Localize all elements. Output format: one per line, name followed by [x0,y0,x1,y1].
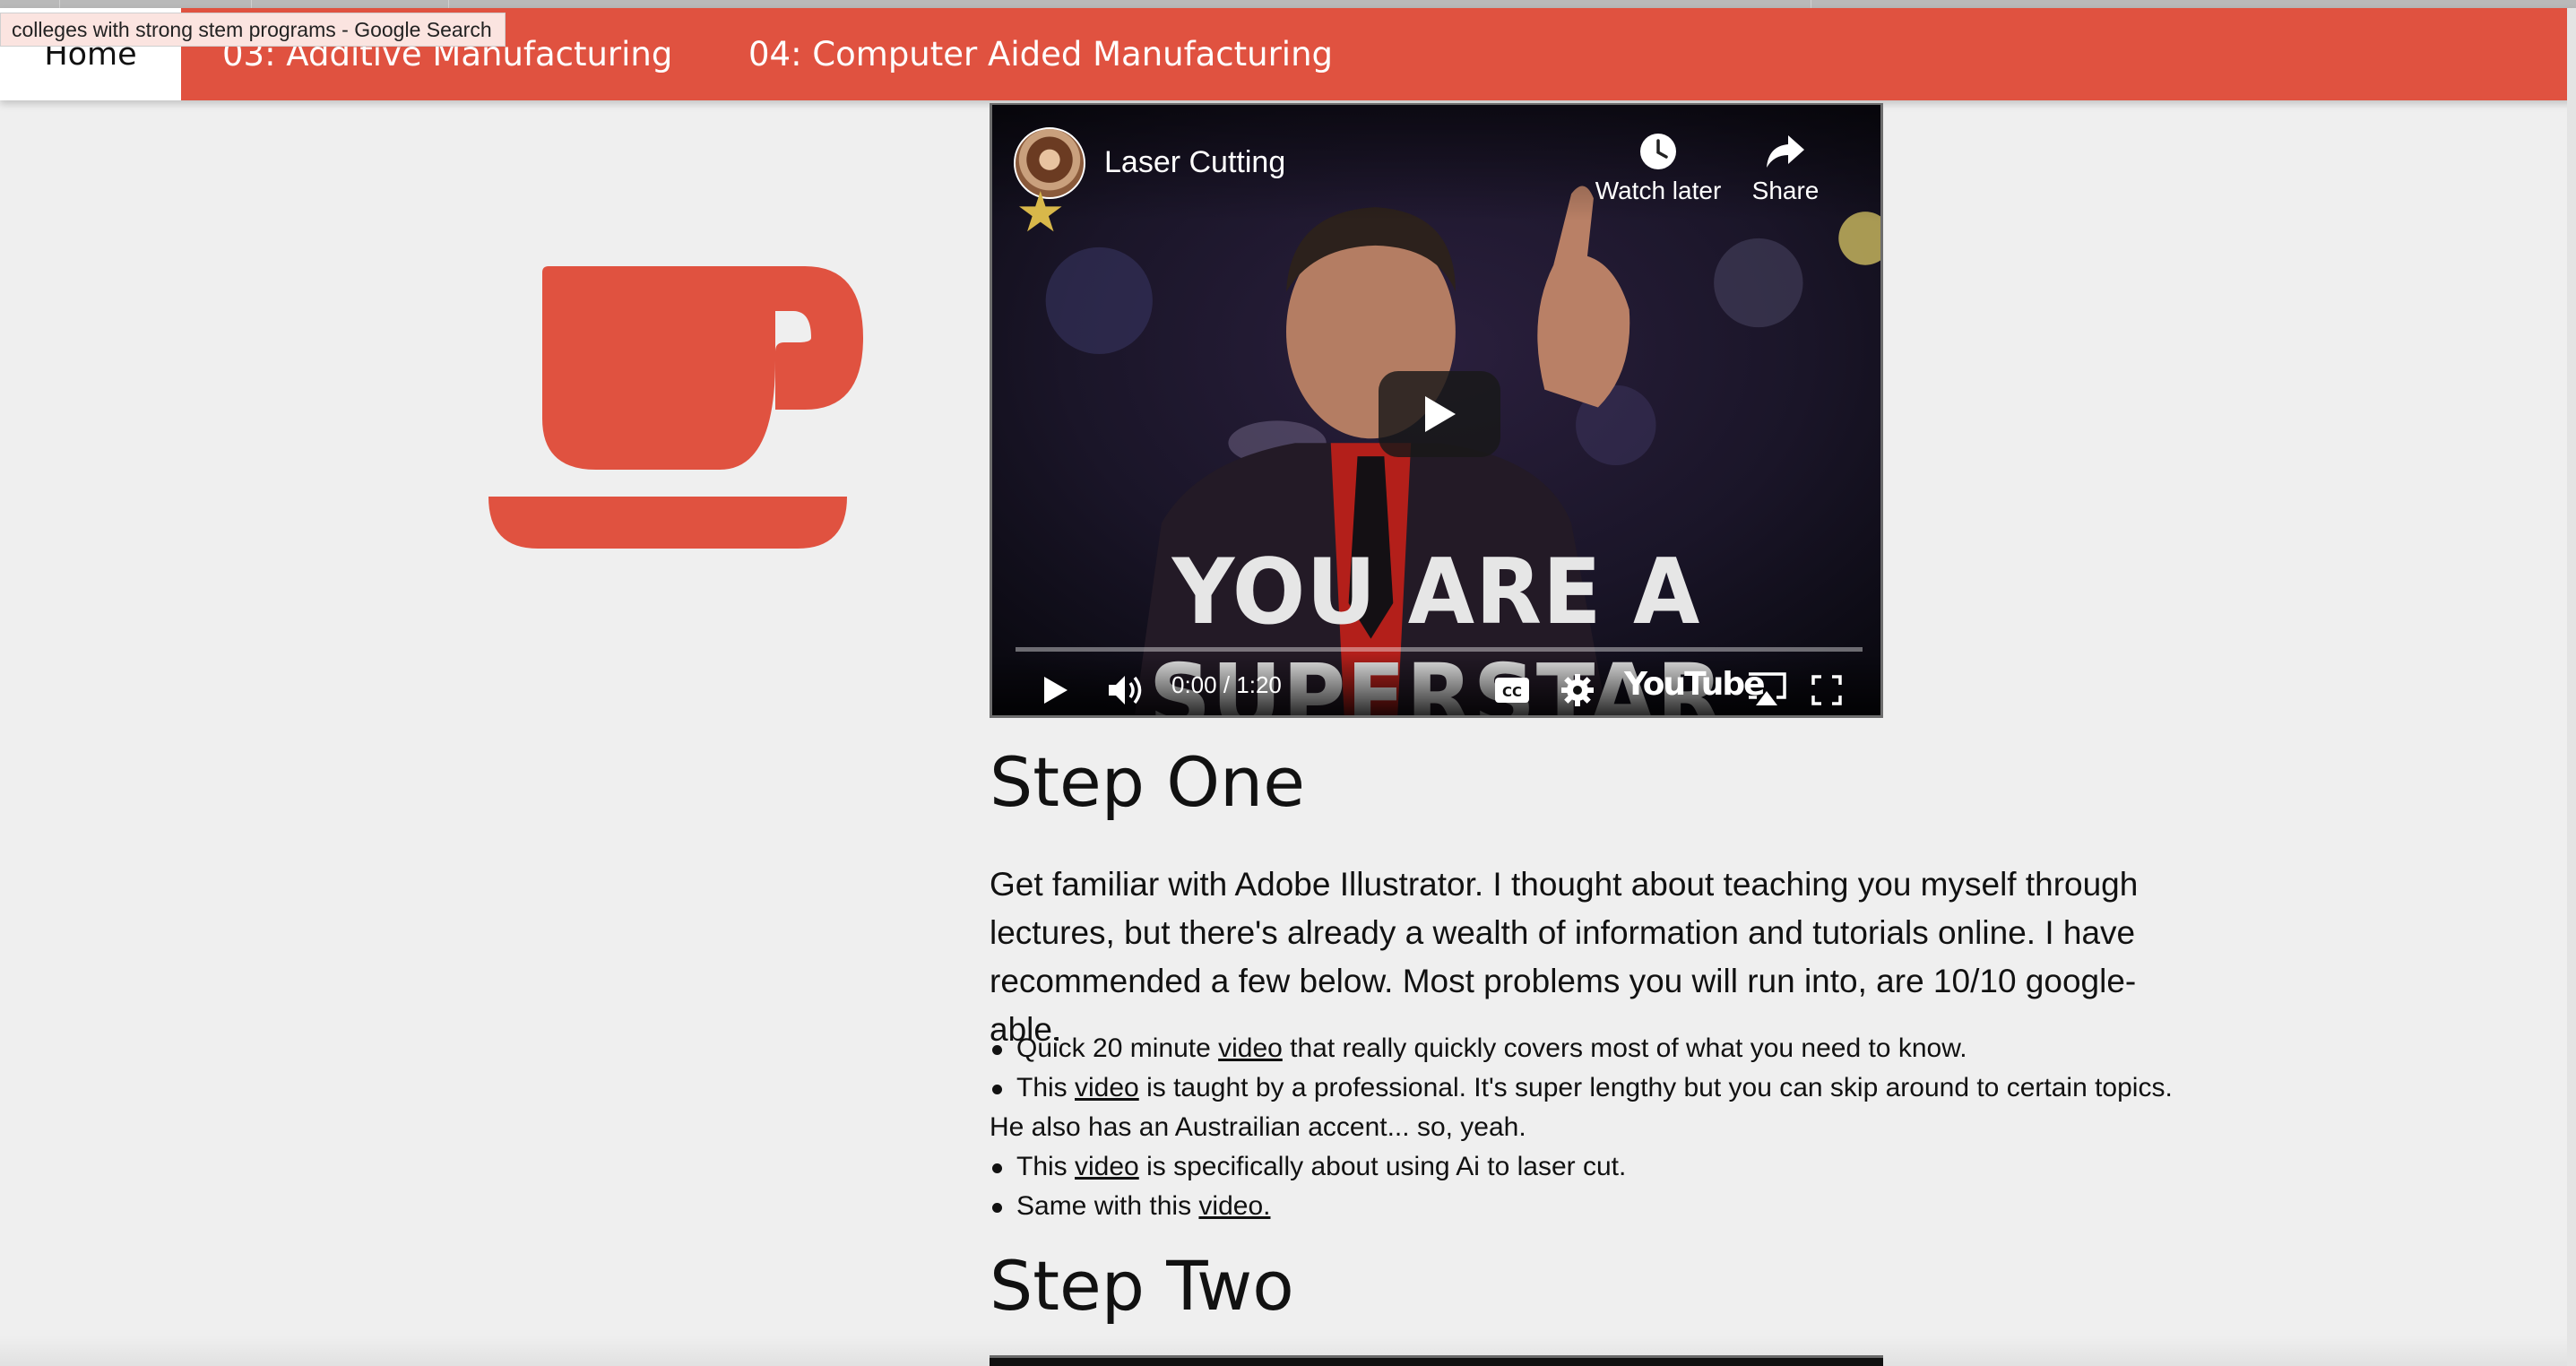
step-one-section: Step One [990,748,2191,817]
youtube-video-embed[interactable]: ★ Laser Cutting Watch later Share YOU AR… [990,103,1883,718]
step-one-intro: Get familiar with Adobe Illustrator. I t… [990,866,2139,1048]
cc-icon[interactable]: CC [1494,676,1530,705]
list-item: This video is taught by a professional. … [990,1068,2191,1108]
video-link[interactable]: video. [1198,1191,1270,1221]
watch-later-label: Watch later [1595,177,1722,204]
settings-icon[interactable] [1560,673,1595,707]
step-two-heading: Step Two [990,1246,1294,1326]
browser-tab-strip [0,0,2576,8]
nav-computer-aided-manufacturing-link[interactable]: 04: Computer Aided Manufacturing [748,8,1333,100]
fullscreen-icon[interactable] [1811,675,1842,705]
share-label: Share [1751,177,1820,204]
airplay-icon[interactable] [1746,671,1787,709]
video-link[interactable]: video [1218,1033,1283,1063]
video-link[interactable]: video [1075,1073,1139,1102]
resource-list: Quick 20 minute video that really quickl… [990,1029,2191,1226]
video-title[interactable]: Laser Cutting [1104,145,1285,180]
play-control-icon[interactable] [1042,675,1069,705]
video-progress-bar[interactable] [1016,647,1863,652]
play-icon [1425,396,1456,432]
list-item: This video is specifically about using A… [990,1147,2191,1187]
volume-icon[interactable] [1107,672,1145,708]
star-icon: ★ [1016,182,1066,244]
play-button-large[interactable] [1379,371,1500,457]
watch-later-button[interactable]: Watch later [1591,132,1725,205]
browser-tooltip: colleges with strong stem programs - Goo… [0,13,506,47]
coffee-cup-icon [488,266,863,549]
list-item: Same with this video. [990,1187,2191,1226]
scrollbar[interactable] [2567,8,2576,1366]
clock-icon [1640,134,1676,169]
share-button[interactable]: Share [1736,132,1835,205]
video-time: 0:00 / 1:20 [1171,671,1282,698]
svg-text:CC: CC [1502,684,1522,700]
youtube-logo[interactable]: YouTube [1624,666,1766,703]
video-link[interactable]: video [1075,1152,1139,1181]
list-item: Quick 20 minute video that really quickl… [990,1029,2191,1068]
step-one-heading: Step One [990,742,1305,822]
share-icon [1767,135,1804,168]
list-item-continuation: He also has an Austrailian accent... so,… [990,1112,1526,1142]
